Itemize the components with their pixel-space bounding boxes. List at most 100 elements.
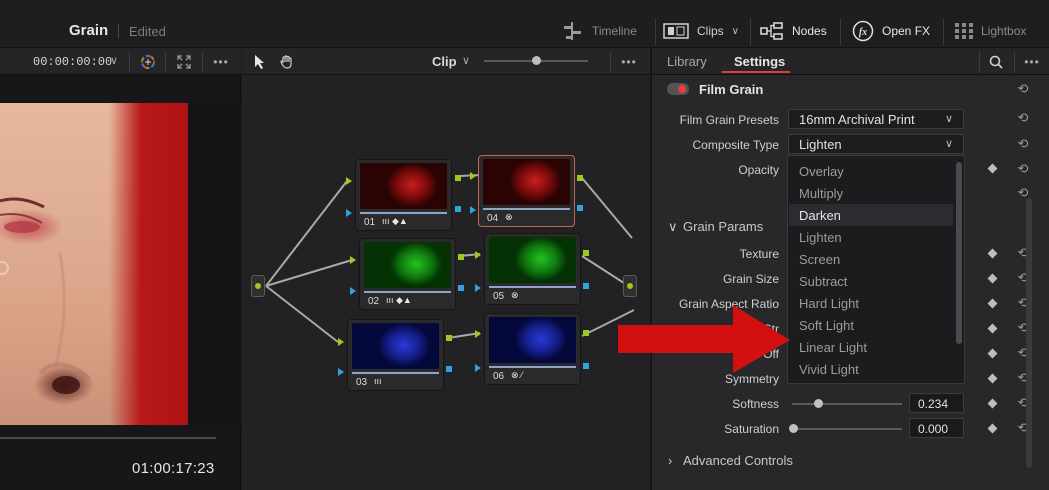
softness-label: Softness <box>732 397 779 411</box>
nodes-icon <box>760 22 783 40</box>
node-tool-icons: ⊗ <box>511 290 519 300</box>
output-node[interactable] <box>623 275 637 297</box>
keyframe-diamond-icon[interactable] <box>987 163 998 174</box>
reset-icon[interactable]: ⟲ <box>1016 111 1030 125</box>
dropdown-option-hard-light[interactable]: Hard Light <box>789 292 953 314</box>
node-output-key[interactable] <box>577 205 583 211</box>
node-tool-icons: ııı <box>374 376 382 386</box>
dropdown-option-linear-light[interactable]: Linear Light <box>789 336 953 358</box>
node-input-rgb[interactable] <box>350 256 356 264</box>
node-03[interactable]: 03 ııı <box>347 319 444 391</box>
saturation-slider-knob[interactable] <box>789 424 798 433</box>
advanced-controls-header[interactable]: Advanced Controls <box>683 453 793 468</box>
dropdown-option-lighten[interactable]: Lighten <box>789 226 953 248</box>
nodes-button[interactable]: Nodes <box>760 18 827 44</box>
node-01[interactable]: 01 ııı ◆▲ <box>355 159 452 231</box>
effect-enable-toggle[interactable] <box>667 83 689 95</box>
clips-button[interactable]: Clips ∨ <box>663 18 739 44</box>
node-input-key[interactable] <box>350 287 356 295</box>
chevron-down-icon[interactable]: ∨ <box>110 54 118 67</box>
lightbox-button[interactable]: Lightbox <box>955 18 1026 44</box>
keyframe-diamond-icon[interactable] <box>987 298 998 309</box>
node-output-rgb[interactable] <box>583 250 589 256</box>
node-input-rgb[interactable] <box>475 251 481 259</box>
composite-type-select[interactable]: Lighten ∨ <box>788 134 964 154</box>
keyframe-diamond-icon[interactable] <box>987 323 998 334</box>
toolbar-divider <box>840 18 841 46</box>
keyframe-diamond-icon[interactable] <box>987 398 998 409</box>
open-fx-button[interactable]: fx Open FX <box>852 18 930 44</box>
expand-icon[interactable] <box>174 52 194 72</box>
dropdown-option-screen[interactable]: Screen <box>789 248 953 270</box>
softness-slider-track[interactable] <box>792 403 902 405</box>
settings-tabs-bar: Library Settings ••• <box>652 48 1049 75</box>
node-input-rgb[interactable] <box>475 330 481 338</box>
source-input-node[interactable] <box>251 275 265 297</box>
node-05[interactable]: 05 ⊗ <box>484 233 581 305</box>
node-editor-panel: Clip ∨ ••• 01 ııı ◆▲ 02 ııı ◆▲ 03 ııı 04… <box>242 48 650 490</box>
dropdown-option-overlay[interactable]: Overlay <box>789 160 953 182</box>
node-input-rgb[interactable] <box>338 338 344 346</box>
settings-scrollbar[interactable] <box>1026 198 1032 468</box>
saturation-value-field[interactable]: 0.000 <box>909 418 964 438</box>
dropdown-scrollbar[interactable] <box>956 162 962 344</box>
chevron-right-icon[interactable]: › <box>668 453 672 468</box>
presets-select[interactable]: 16mm Archival Print ∨ <box>788 109 964 129</box>
dropdown-option-subtract[interactable]: Subtract <box>789 270 953 292</box>
node-number: 03 <box>356 377 368 388</box>
saturation-slider-track[interactable] <box>792 428 902 430</box>
current-timecode: 01:00:17:23 <box>132 460 215 477</box>
keyframe-diamond-icon[interactable] <box>987 273 998 284</box>
annotation-arrow-icon <box>618 305 790 373</box>
node-04[interactable]: 04 ⊗ <box>478 155 575 227</box>
node-input-key[interactable] <box>475 284 481 292</box>
node-input-key[interactable] <box>475 364 481 372</box>
node-input-rgb[interactable] <box>346 177 352 185</box>
node-output-rgb[interactable] <box>455 175 461 181</box>
tab-library[interactable]: Library <box>667 54 707 69</box>
dropdown-option-vivid-light[interactable]: Vivid Light <box>789 358 953 380</box>
node-output-rgb[interactable] <box>577 175 583 181</box>
timecode-display[interactable]: 00:00:00:00 <box>33 55 112 69</box>
node-output-key[interactable] <box>583 283 589 289</box>
reset-icon[interactable]: ⟲ <box>1016 162 1030 176</box>
node-thumbnail <box>483 159 570 205</box>
chevron-down-icon[interactable]: ∨ <box>668 219 678 235</box>
grain-params-header[interactable]: Grain Params <box>683 219 763 234</box>
node-02[interactable]: 02 ııı ◆▲ <box>359 238 456 310</box>
node-output-key[interactable] <box>583 363 589 369</box>
more-options-icon[interactable]: ••• <box>211 52 231 72</box>
more-options-icon[interactable]: ••• <box>1022 52 1042 72</box>
tab-settings[interactable]: Settings <box>734 54 785 69</box>
node-output-key[interactable] <box>446 366 452 372</box>
keyframe-diamond-icon[interactable] <box>987 373 998 384</box>
dropdown-option-soft-light[interactable]: Soft Light <box>789 314 953 336</box>
node-input-key[interactable] <box>470 206 476 214</box>
node-number: 04 <box>487 213 499 224</box>
node-output-key[interactable] <box>458 285 464 291</box>
node-output-key[interactable] <box>455 206 461 212</box>
node-input-key[interactable] <box>346 209 352 217</box>
node-06[interactable]: 06 ⊗ ⁄ <box>484 313 581 385</box>
reset-icon[interactable]: ⟲ <box>1016 137 1030 151</box>
keyframe-diamond-icon[interactable] <box>987 348 998 359</box>
color-wheel-icon[interactable] <box>138 52 158 72</box>
softness-slider-knob[interactable] <box>814 399 823 408</box>
timeline-button[interactable]: Timeline <box>562 18 637 44</box>
reset-all-icon[interactable]: ⟲ <box>1016 82 1030 96</box>
node-input-key[interactable] <box>338 368 344 376</box>
chevron-down-icon: ∨ <box>944 138 953 150</box>
viewer-scrubber[interactable] <box>0 437 216 439</box>
dropdown-option-multiply[interactable]: Multiply <box>789 182 953 204</box>
node-input-rgb[interactable] <box>470 172 476 180</box>
node-bar <box>352 372 439 374</box>
keyframe-diamond-icon[interactable] <box>987 423 998 434</box>
node-thumbnail <box>489 237 576 283</box>
node-output-rgb[interactable] <box>458 254 464 260</box>
node-output-rgb[interactable] <box>446 335 452 341</box>
keyframe-diamond-icon[interactable] <box>987 248 998 259</box>
search-icon[interactable] <box>986 52 1006 72</box>
dropdown-option-darken[interactable]: Darken <box>789 204 953 226</box>
softness-value-field[interactable]: 0.234 <box>909 393 964 413</box>
node-output-rgb[interactable] <box>583 330 589 336</box>
